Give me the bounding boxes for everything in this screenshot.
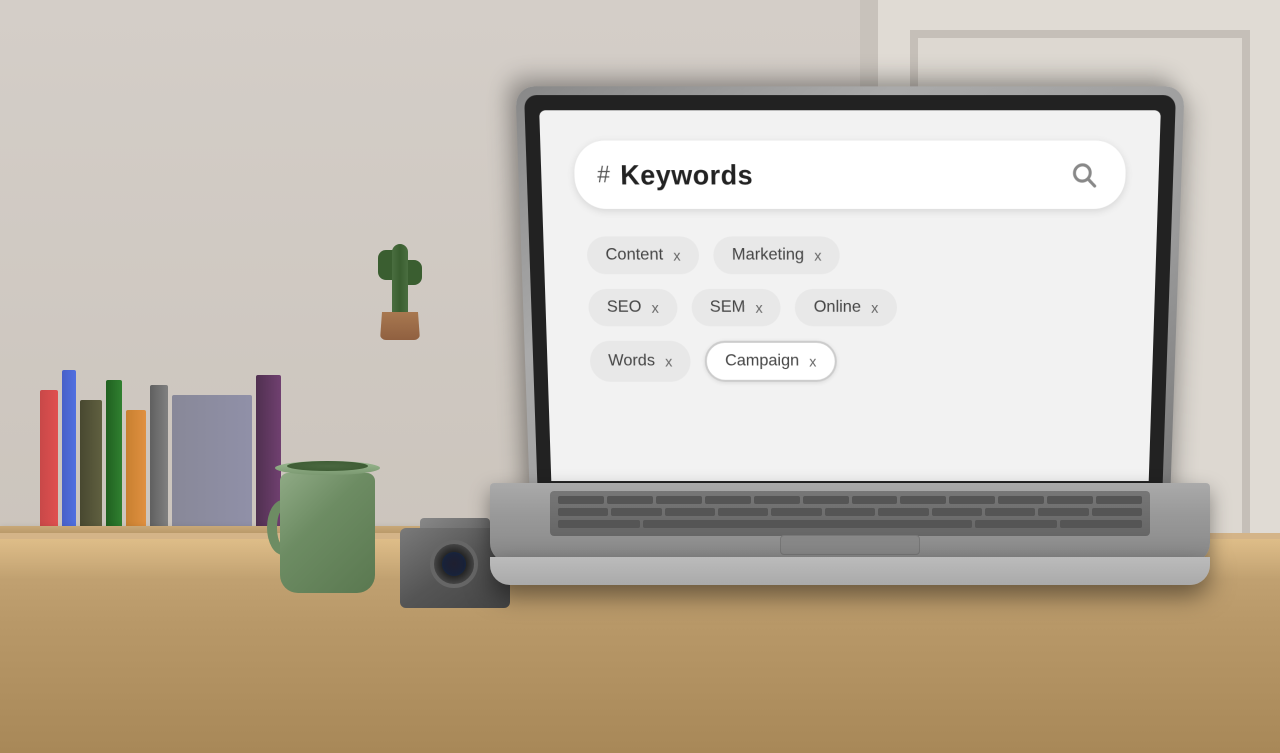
key	[558, 520, 640, 528]
key	[900, 496, 946, 504]
tag-words-close[interactable]: x	[665, 353, 672, 369]
key	[558, 496, 604, 504]
camera-lens	[430, 540, 478, 588]
laptop-base	[490, 483, 1210, 563]
tag-campaign[interactable]: Campaign x	[704, 341, 836, 382]
key	[705, 496, 751, 504]
tag-seo-close[interactable]: x	[651, 299, 658, 316]
key	[771, 508, 821, 516]
key	[1096, 496, 1142, 504]
scene: # Keywords	[0, 0, 1280, 753]
cactus-arm-right	[406, 260, 422, 285]
keyboard-row-2	[558, 508, 1142, 516]
key	[1060, 520, 1142, 528]
key	[656, 496, 702, 504]
laptop-screen-wrapper: # Keywords	[515, 86, 1184, 503]
book-4	[106, 380, 122, 550]
key	[825, 508, 875, 516]
keyboard-row-1	[558, 496, 1142, 504]
tag-online-label: Online	[814, 298, 861, 317]
key	[611, 508, 661, 516]
key	[949, 496, 995, 504]
tag-sem-label: SEM	[710, 298, 746, 317]
key	[643, 520, 972, 528]
tag-content-close[interactable]: x	[673, 247, 680, 264]
laptop-foot	[490, 557, 1210, 585]
search-keyword-text: Keywords	[620, 158, 1056, 191]
tag-seo-label: SEO	[607, 298, 642, 317]
key	[932, 508, 982, 516]
tag-seo[interactable]: SEO x	[588, 289, 678, 326]
touchpad[interactable]	[780, 535, 920, 555]
key	[878, 508, 928, 516]
tags-container: Content x Marketing x	[576, 228, 1124, 390]
tag-words[interactable]: Words x	[589, 341, 690, 382]
laptop-keyboard	[550, 491, 1150, 536]
search-icon	[1069, 160, 1099, 190]
tag-sem[interactable]: SEM x	[691, 289, 781, 326]
key	[718, 508, 768, 516]
cactus	[370, 210, 430, 340]
tag-campaign-close[interactable]: x	[809, 353, 816, 369]
mug-inner	[287, 461, 368, 471]
tags-row-3: Words x Campaign x	[589, 341, 1110, 382]
tag-sem-close[interactable]: x	[755, 299, 762, 316]
tag-marketing-close[interactable]: x	[814, 247, 821, 264]
laptop: # Keywords	[490, 123, 1190, 623]
tag-online-close[interactable]: x	[871, 299, 878, 316]
screen-content: # Keywords	[539, 110, 1161, 481]
key	[665, 508, 715, 516]
key	[985, 508, 1035, 516]
key	[975, 520, 1057, 528]
tag-content[interactable]: Content x	[587, 236, 700, 274]
tags-row-1: Content x Marketing x	[587, 236, 1114, 274]
mug	[265, 438, 395, 593]
key	[1047, 496, 1093, 504]
key	[607, 496, 653, 504]
key	[852, 496, 898, 504]
cactus-pot	[380, 312, 420, 340]
camera-lens-inner	[442, 552, 466, 576]
laptop-screen: # Keywords	[539, 110, 1161, 481]
search-button[interactable]	[1065, 156, 1103, 194]
tag-words-label: Words	[608, 352, 655, 370]
cactus-body	[392, 244, 408, 314]
tag-online[interactable]: Online x	[795, 289, 897, 326]
keyboard-row-3	[558, 520, 1142, 528]
tag-campaign-label: Campaign	[725, 352, 799, 370]
key	[998, 496, 1044, 504]
mug-body	[280, 473, 375, 593]
tag-marketing[interactable]: Marketing x	[713, 236, 840, 274]
search-hash-symbol: #	[597, 161, 610, 189]
tag-content-label: Content	[605, 246, 663, 265]
key	[803, 496, 849, 504]
key	[1092, 508, 1142, 516]
key	[1038, 508, 1088, 516]
laptop-bezel: # Keywords	[524, 95, 1176, 495]
book-2	[62, 370, 76, 550]
key	[754, 496, 800, 504]
tag-marketing-label: Marketing	[732, 246, 804, 265]
search-bar[interactable]: # Keywords	[573, 141, 1126, 209]
key	[558, 508, 608, 516]
tags-row-2: SEO x SEM x Online x	[588, 289, 1112, 326]
